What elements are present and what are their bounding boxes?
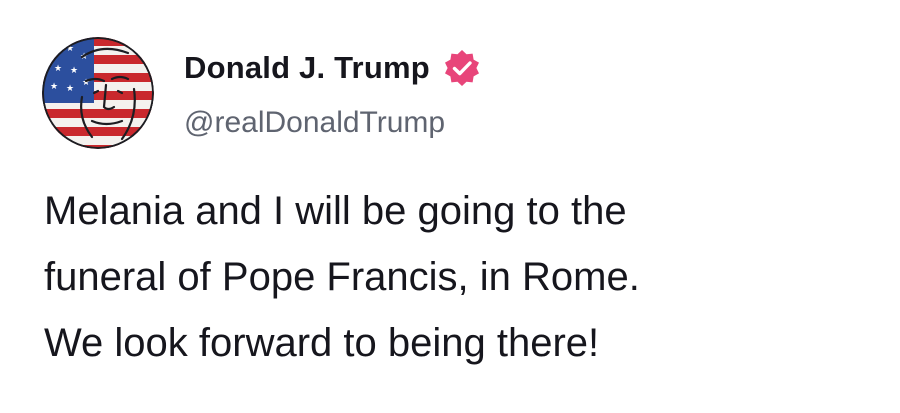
post-body-line: We look forward to being there! — [44, 321, 600, 365]
verified-badge-icon — [442, 48, 482, 88]
avatar[interactable]: ★ ★ ★ ★ ★ ★ ★ ★ — [42, 37, 154, 149]
author-display-name[interactable]: Donald J. Trump — [184, 50, 430, 86]
author-name-row: Donald J. Trump — [184, 46, 482, 90]
svg-text:★: ★ — [66, 84, 74, 94]
svg-text:★: ★ — [50, 82, 58, 92]
author-handle[interactable]: @realDonaldTrump — [184, 106, 445, 140]
post-body-line: Melania and I will be going to the — [44, 189, 627, 233]
svg-text:★: ★ — [70, 66, 78, 76]
post-body-text: Melania and I will be going to the funer… — [44, 178, 874, 376]
svg-text:★: ★ — [54, 64, 62, 74]
post-body-line: funeral of Pope Francis, in Rome. — [44, 255, 640, 299]
post-card: ★ ★ ★ ★ ★ ★ ★ ★ Donald J. Trump @realDon… — [0, 0, 900, 413]
flag-portrait-avatar-icon: ★ ★ ★ ★ ★ ★ ★ ★ — [42, 37, 154, 149]
